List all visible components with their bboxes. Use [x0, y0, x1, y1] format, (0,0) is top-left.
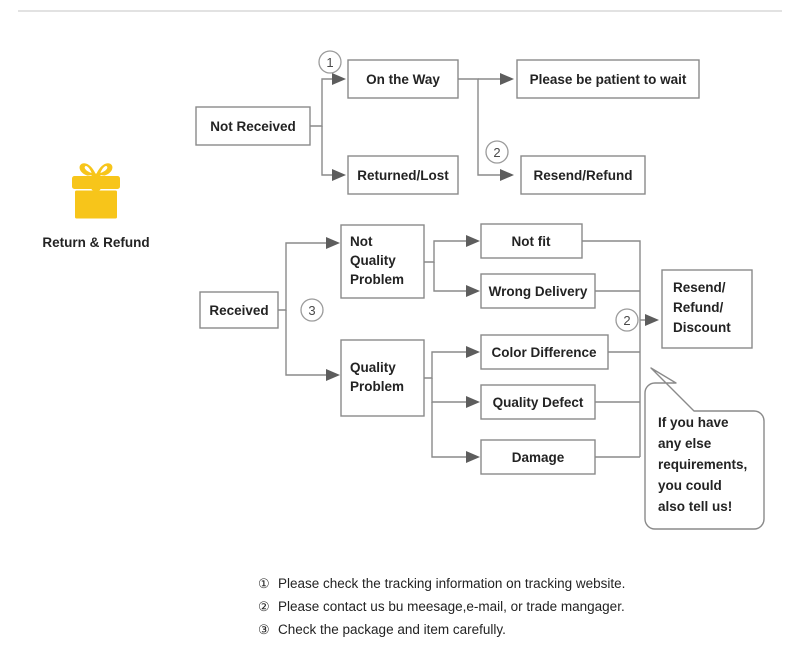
node-received[interactable]: Received — [199, 291, 279, 329]
footnote-number-2: ② — [258, 599, 270, 614]
footnote-number-3: ③ — [258, 622, 270, 637]
node-quality-problem-line-1: Quality — [350, 360, 396, 375]
node-outcome-line-2: Refund/ — [673, 300, 723, 315]
node-resend-refund[interactable]: Resend/Refund — [520, 155, 646, 195]
node-quality-problem[interactable]: Quality Problem — [340, 339, 425, 417]
node-resend-refund-label: Resend/Refund — [533, 168, 632, 183]
arrow-head-color-difference — [466, 346, 480, 358]
arrow-head-not-quality-problem — [326, 237, 340, 249]
footnote-item-1: ① Please check the tracking information … — [258, 576, 778, 592]
diagram-page: Return & Refund Not Received On the Way — [0, 0, 800, 660]
marker-one-top-label: 1 — [326, 55, 333, 70]
callout-bubble: If you have any else requirements, you c… — [644, 367, 765, 530]
arrow-head-damage — [466, 451, 480, 463]
node-color-difference-label: Color Difference — [491, 345, 597, 360]
arrow-head-please-wait — [500, 73, 514, 85]
footnote-number-1: ① — [258, 576, 270, 591]
node-received-label: Received — [209, 303, 268, 318]
node-not-received[interactable]: Not Received — [195, 106, 311, 146]
node-resend-refund-discount[interactable]: Resend/ Refund/ Discount — [661, 269, 753, 349]
node-not-quality-problem-line-1: Not — [350, 234, 373, 249]
node-quality-defect[interactable]: Quality Defect — [480, 384, 596, 420]
marker-two-bottom-label: 2 — [623, 313, 630, 328]
node-returned-lost-label: Returned/Lost — [357, 168, 449, 183]
flowchart-canvas: Not Received On the Way Returned/Lost Pl… — [195, 50, 765, 530]
marker-two-bottom: 2 — [615, 308, 639, 332]
callout-line-2: any else — [658, 436, 712, 451]
callout-line-3: requirements, — [658, 457, 747, 472]
node-not-quality-problem-line-3: Problem — [350, 272, 404, 287]
footnote-text-2: Please contact us bu meesage,e-mail, or … — [278, 599, 625, 614]
node-on-the-way-label: On the Way — [366, 72, 440, 87]
node-outcome-line-1: Resend/ — [673, 280, 726, 295]
arrow-head-on-the-way — [332, 73, 346, 85]
arrow-head-resend-refund — [500, 169, 514, 181]
footnote-item-2: ② Please contact us bu meesage,e-mail, o… — [258, 599, 778, 615]
node-returned-lost[interactable]: Returned/Lost — [347, 155, 459, 195]
marker-two-top-label: 2 — [493, 145, 500, 160]
node-on-the-way[interactable]: On the Way — [347, 59, 459, 99]
node-not-fit-label: Not fit — [512, 234, 551, 249]
node-damage-label: Damage — [512, 450, 565, 465]
node-wrong-delivery-label: Wrong Delivery — [489, 284, 588, 299]
footnote-text-1: Please check the tracking information on… — [278, 576, 626, 591]
arrow-head-outcome — [645, 314, 659, 326]
connector-not-quality-reasons — [424, 240, 474, 292]
arrow-head-wrong-delivery — [466, 285, 480, 297]
node-outcome-line-3: Discount — [673, 320, 731, 335]
marker-three-bottom-label: 3 — [308, 303, 315, 318]
connector-not-received-split — [310, 78, 340, 176]
node-quality-problem-line-2: Problem — [350, 379, 404, 394]
arrow-head-quality-problem — [326, 369, 340, 381]
node-damage[interactable]: Damage — [480, 439, 596, 475]
arrow-head-returned-lost — [332, 169, 346, 181]
node-not-quality-problem[interactable]: Not Quality Problem — [340, 224, 425, 299]
node-not-quality-problem-line-2: Quality — [350, 253, 396, 268]
node-quality-defect-label: Quality Defect — [493, 395, 584, 410]
footnote-item-3: ③ Check the package and item carefully. — [258, 622, 778, 638]
footnote-text-3: Check the package and item carefully. — [278, 622, 506, 637]
node-color-difference[interactable]: Color Difference — [480, 334, 609, 370]
callout-line-5: also tell us! — [658, 499, 732, 514]
node-not-fit[interactable]: Not fit — [480, 223, 583, 259]
arrow-head-quality-defect — [466, 396, 480, 408]
marker-two-top: 2 — [485, 140, 509, 164]
node-not-received-label: Not Received — [210, 119, 296, 134]
callout-line-4: you could — [658, 478, 722, 493]
node-please-be-patient[interactable]: Please be patient to wait — [516, 59, 700, 99]
marker-three-bottom: 3 — [300, 298, 324, 322]
node-please-be-patient-label: Please be patient to wait — [530, 72, 687, 87]
arrow-head-not-fit — [466, 235, 480, 247]
callout-line-1: If you have — [658, 415, 729, 430]
footnotes-list: ① Please check the tracking information … — [258, 576, 778, 645]
marker-one-top: 1 — [318, 50, 342, 74]
node-wrong-delivery[interactable]: Wrong Delivery — [480, 273, 596, 309]
